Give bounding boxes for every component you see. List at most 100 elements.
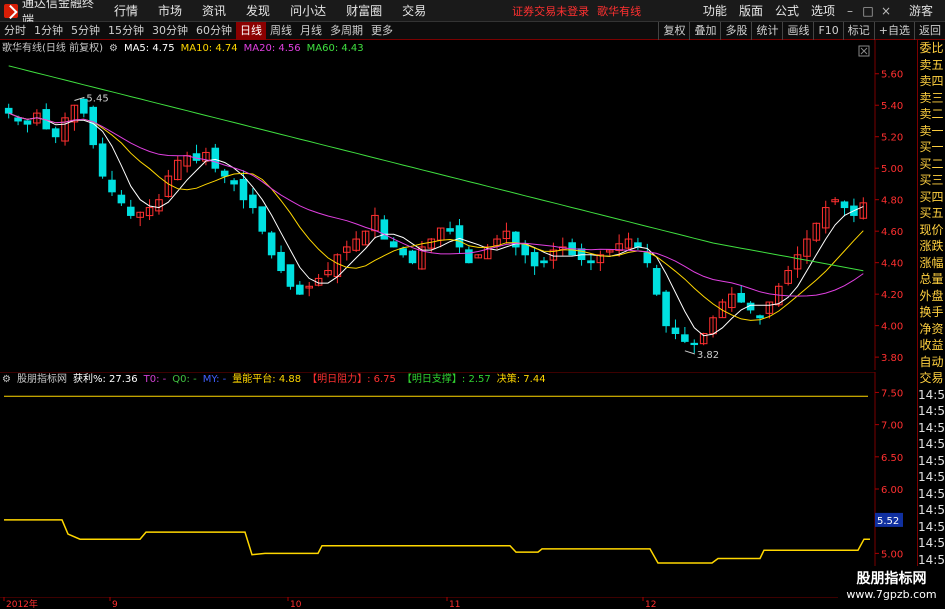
y-tick-label: 4.20: [881, 290, 903, 301]
order-panel-item: 卖一: [919, 123, 944, 138]
candle-body: [380, 219, 389, 240]
menu-options[interactable]: 选项: [805, 2, 841, 19]
candle-body: [267, 232, 276, 256]
indicator-title: 股朋指标网: [16, 374, 67, 385]
candle-body: [286, 264, 295, 287]
min-arrow: [684, 350, 696, 355]
indicator-t0: T0: -: [143, 374, 167, 385]
guest-label[interactable]: 游客: [909, 2, 933, 19]
period-daily[interactable]: 日线: [236, 21, 266, 40]
kline-svg: 5.60 5.40 5.20 5.00 4.80 4.60 4.40 4.20 4.00 3.80…: [4, 40, 903, 370]
restore-icon[interactable]: □: [859, 2, 877, 20]
candle-body: [14, 117, 22, 122]
login-status[interactable]: 证券交易未登录: [512, 3, 589, 19]
period-multi[interactable]: 多周期: [326, 22, 367, 40]
menu-formula[interactable]: 公式: [769, 2, 805, 19]
menu-wealth-circle[interactable]: 财富圈: [336, 0, 392, 22]
candle-body: [126, 206, 135, 216]
x-tick-label: 12: [645, 600, 656, 609]
indicator-volume-platform: 量能平台: 4.88: [232, 374, 302, 385]
x-tick-label: 2012年: [6, 598, 38, 609]
y-tick-label: 5.60: [881, 70, 903, 81]
indicator-resistance: 【明日阻力】: 6.75: [307, 374, 396, 385]
f10-button[interactable]: F10: [813, 21, 842, 40]
adjust-button[interactable]: 复权: [658, 21, 689, 40]
period-30min[interactable]: 30分钟: [148, 22, 192, 40]
back-button[interactable]: 返回: [914, 21, 945, 40]
candle-body: [239, 178, 248, 201]
order-panel-item: 14:56: [918, 420, 945, 435]
period-monthly[interactable]: 月线: [296, 22, 326, 40]
y-tick-label: 5.00: [881, 549, 903, 560]
close-icon[interactable]: ×: [877, 2, 895, 20]
add-watchlist-button[interactable]: +自选: [873, 21, 914, 40]
candle-body: [220, 170, 229, 177]
y-tick-label: 5.20: [881, 133, 903, 144]
menu-layout[interactable]: 版面: [733, 2, 769, 19]
order-panel-item: 外盘: [919, 288, 944, 303]
menu-discover[interactable]: 发现: [236, 0, 280, 22]
menu-market-quotes[interactable]: 行情: [104, 0, 148, 22]
candle-body: [230, 180, 238, 185]
candle-body: [117, 194, 126, 204]
period-1min[interactable]: 1分钟: [30, 22, 67, 40]
order-panel-item: 自动: [919, 354, 944, 369]
period-intraday[interactable]: 分时: [0, 22, 30, 40]
ma5-label: MA5: 4.75: [123, 43, 175, 54]
candles: [4, 98, 868, 353]
order-panel-item: 交易: [919, 371, 944, 385]
x-tick-label: 11: [449, 600, 460, 609]
statistics-button[interactable]: 统计: [751, 21, 782, 40]
x-tick-label: 10: [290, 600, 302, 609]
order-panel-item: 卖四: [919, 74, 944, 88]
indicator-chart[interactable]: 7.507.006.506.005.505.004.505.52 ⚙ 股朋指标网…: [0, 371, 903, 597]
y-tick-label: 7.50: [881, 388, 903, 399]
order-panel-item: 14:56: [918, 437, 945, 451]
order-panel-item: 买二: [919, 156, 944, 171]
title-right-group: 功能 版面 公式 选项 – □ × 游客: [697, 2, 945, 20]
order-panel-item: 14:56: [918, 519, 945, 534]
candle-body: [455, 225, 464, 248]
menu-trade[interactable]: 交易: [392, 0, 436, 22]
candle-body: [98, 143, 107, 177]
candle-body: [211, 147, 220, 169]
order-panel-item: 现价: [919, 222, 944, 237]
order-panel-item: 卖三: [919, 90, 944, 105]
minimize-icon[interactable]: –: [841, 2, 859, 20]
candle-body: [249, 194, 257, 209]
ma60-label: MA60: 4.43: [306, 43, 364, 54]
indicator-gear-icon[interactable]: ⚙: [2, 373, 11, 387]
x-axis-svg: 2012年 9 10 11 12: [0, 596, 875, 609]
order-panel-item: 买四: [919, 189, 944, 204]
settings-gear-icon[interactable]: ⚙: [109, 42, 118, 56]
candle-body: [23, 120, 32, 125]
draw-line-button[interactable]: 画线: [782, 21, 813, 40]
order-panel: 委比 卖五 卖四 卖三 卖二 卖一 买一 买二 买三 买四 买五 现价 涨跌 涨幅 总量 外盘 换手 净资 收益 自动…: [917, 40, 945, 609]
overlay-button[interactable]: 叠加: [689, 21, 720, 40]
order-panel-item: 买三: [919, 173, 944, 187]
ma20-line: [8, 112, 864, 297]
menu-ask[interactable]: 问小达: [280, 0, 336, 22]
menu-function[interactable]: 功能: [697, 2, 733, 19]
candle-body: [652, 268, 661, 295]
kline-chart[interactable]: 5.60 5.40 5.20 5.00 4.80 4.60 4.40 4.20 4.00 3.80…: [0, 40, 903, 370]
candle-body: [737, 292, 746, 303]
order-panel-item: 买五: [919, 206, 944, 220]
multi-stock-button[interactable]: 多股: [720, 21, 751, 40]
period-5min[interactable]: 5分钟: [67, 22, 104, 40]
order-panel-item: 总量: [919, 272, 944, 286]
period-weekly[interactable]: 周线: [266, 22, 296, 40]
menu-news[interactable]: 资讯: [192, 0, 236, 22]
candle-body: [840, 201, 849, 209]
title-bar: 通达信金融终端 行情 市场 资讯 发现 问小达 财富圈 交易 证券交易未登录 歌…: [0, 0, 945, 27]
period-more[interactable]: 更多: [367, 22, 397, 40]
mark-button[interactable]: 标记: [842, 21, 874, 40]
menu-market[interactable]: 市场: [148, 0, 192, 22]
period-60min[interactable]: 60分钟: [192, 22, 236, 40]
period-15min[interactable]: 15分钟: [104, 22, 148, 40]
candle-body: [634, 242, 642, 248]
y-tick-label: 6.50: [881, 453, 903, 464]
current-value-label: 5.52: [877, 516, 899, 527]
order-panel-item: 14:56: [918, 486, 945, 501]
indicator-svg: 7.507.006.506.005.505.004.505.52: [0, 371, 903, 597]
